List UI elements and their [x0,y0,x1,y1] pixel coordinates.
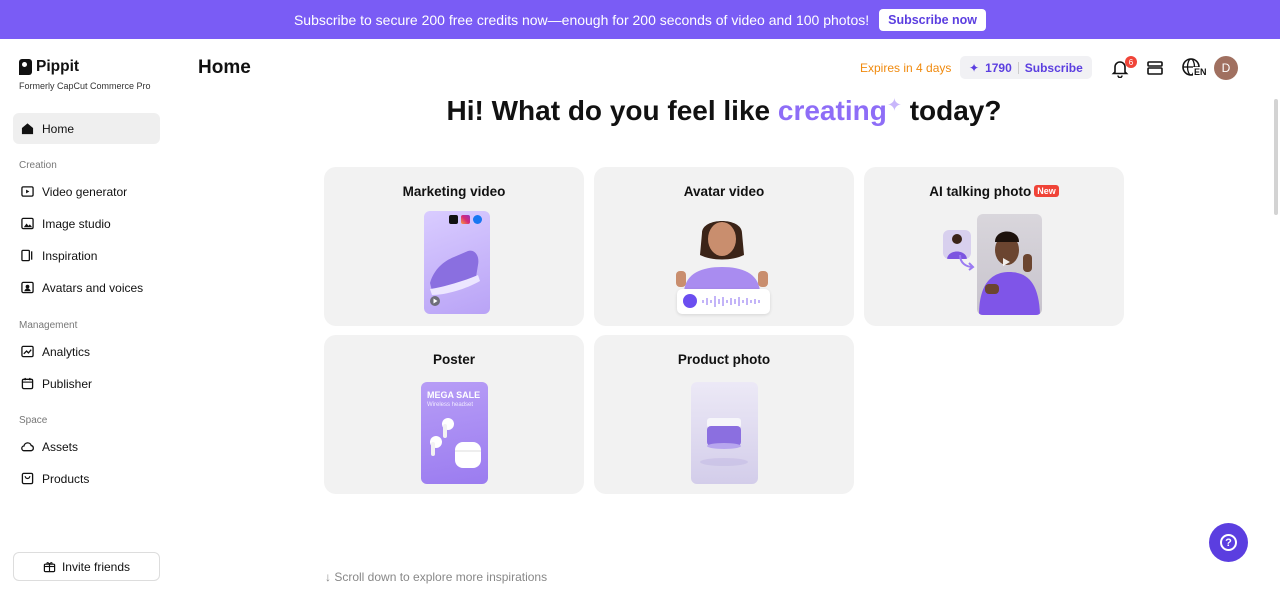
sidebar: Pippit Formerly CapCut Commerce Pro Home… [0,39,172,593]
sidebar-item-publisher[interactable]: Publisher [13,368,160,399]
section-label-space: Space [19,415,48,426]
language-selector[interactable]: EN [1181,57,1209,79]
question-icon: ? [1220,534,1237,551]
analytics-icon [21,345,34,358]
expiry-notice: Expires in 4 days [860,61,952,75]
sparkle-icon: ✦ [886,95,902,115]
arrow-down-icon: ↓ [325,570,331,584]
user-avatar[interactable]: D [1214,56,1238,80]
sidebar-item-home[interactable]: Home [13,113,160,144]
product-box-icon [21,472,34,485]
sidebar-item-assets[interactable]: Assets [13,431,160,462]
card-title-text: AI talking photo [929,184,1032,199]
scroll-hint-text: Scroll down to explore more inspirations [334,570,548,584]
logo[interactable]: Pippit [19,58,79,76]
arrow-icon [959,254,975,271]
invite-friends-label: Invite friends [61,559,131,574]
card-title: Poster [432,352,476,367]
home-icon [21,123,34,135]
earbuds-image [430,418,481,468]
section-label-management: Management [19,320,78,331]
talking-photo-thumbnail [977,214,1042,315]
waveform-icon [702,296,760,307]
avatar-voice-icon [21,281,34,294]
card-title: Marketing video [402,184,506,199]
page-title: Home [198,57,251,78]
pippit-logo-icon [19,59,32,75]
scroll-hint: ↓ Scroll down to explore more inspiratio… [325,570,547,584]
divider [1017,61,1019,74]
sidebar-item-inspiration[interactable]: Inspiration [13,240,160,271]
sidebar-item-label: Products [42,471,90,486]
subscribe-now-button[interactable]: Subscribe now [879,8,987,31]
notification-badge: 6 [1125,56,1137,68]
headline: Hi! What do you feel like creating✦ toda… [324,95,1124,127]
sidebar-item-label: Image studio [42,216,111,231]
card-title: Product photo [677,352,771,367]
inbox-icon[interactable] [1145,58,1165,78]
sidebar-item-label: Video generator [42,184,128,199]
card-product-photo[interactable]: Product photo [594,335,854,494]
video-generator-icon [21,186,34,197]
sidebar-item-label: Assets [42,439,79,454]
tiktok-icon [449,215,458,224]
headline-after: today? [901,95,1002,126]
image-studio-icon [21,217,34,230]
subscribe-link[interactable]: Subscribe [1025,61,1083,75]
credits-pill[interactable]: ✦ 1790 Subscribe [960,56,1092,79]
card-avatar-video[interactable]: Avatar video [594,167,854,326]
sidebar-item-label: Analytics [42,344,91,359]
inspiration-icon [21,249,33,262]
promo-banner-text: Subscribe to secure 200 free credits now… [293,11,870,28]
sneaker-image [430,250,480,306]
play-icon [683,294,697,308]
sidebar-item-label: Avatars and voices [42,280,144,295]
calendar-icon [21,377,34,390]
sidebar-item-products[interactable]: Products [13,463,160,494]
sidebar-item-label: Home [42,121,75,136]
language-code: EN [1193,67,1208,77]
sidebar-item-video-generator[interactable]: Video generator [13,176,160,207]
poster-title: MEGA SALE [427,390,481,400]
scrollbar[interactable] [1274,99,1278,215]
sidebar-item-avatars-and-voices[interactable]: Avatars and voices [13,272,160,303]
card-poster[interactable]: Poster MEGA SALE Wireless headset [324,335,584,494]
help-button[interactable]: ? [1209,523,1248,562]
new-badge: New [1034,185,1059,197]
instagram-icon [461,215,470,224]
invite-friends-button[interactable]: Invite friends [13,552,160,581]
cream-jar-image [700,418,748,466]
voice-waveform [677,289,770,314]
headline-highlight: creating [777,95,887,126]
card-title: Avatar video [683,184,765,199]
logo-text: Pippit [36,58,80,75]
headline-before: Hi! What do you feel like [446,95,778,126]
card-title: AI talking photo New [864,184,1124,199]
sparkle-icon: ✦ [969,60,980,75]
card-marketing-video[interactable]: Marketing video [324,167,584,326]
poster-thumbnail: MEGA SALE Wireless headset [421,382,488,484]
section-label-creation: Creation [19,160,57,171]
logo-subtitle: Formerly CapCut Commerce Pro [19,81,151,91]
promo-banner: Subscribe to secure 200 free credits now… [0,0,1280,39]
product-photo-thumbnail [691,382,758,484]
sidebar-item-image-studio[interactable]: Image studio [13,208,160,239]
sidebar-item-analytics[interactable]: Analytics [13,336,160,367]
marketing-video-thumbnail [424,211,490,314]
cloud-icon [21,442,34,452]
sidebar-item-label: Inspiration [42,248,98,263]
sidebar-item-label: Publisher [42,376,93,391]
card-ai-talking-photo[interactable]: AI talking photo New [864,167,1124,326]
poster-subtitle: Wireless headset [427,402,474,408]
credits-count: 1790 [985,60,1012,75]
facebook-icon [473,215,482,224]
gift-icon [43,562,56,573]
